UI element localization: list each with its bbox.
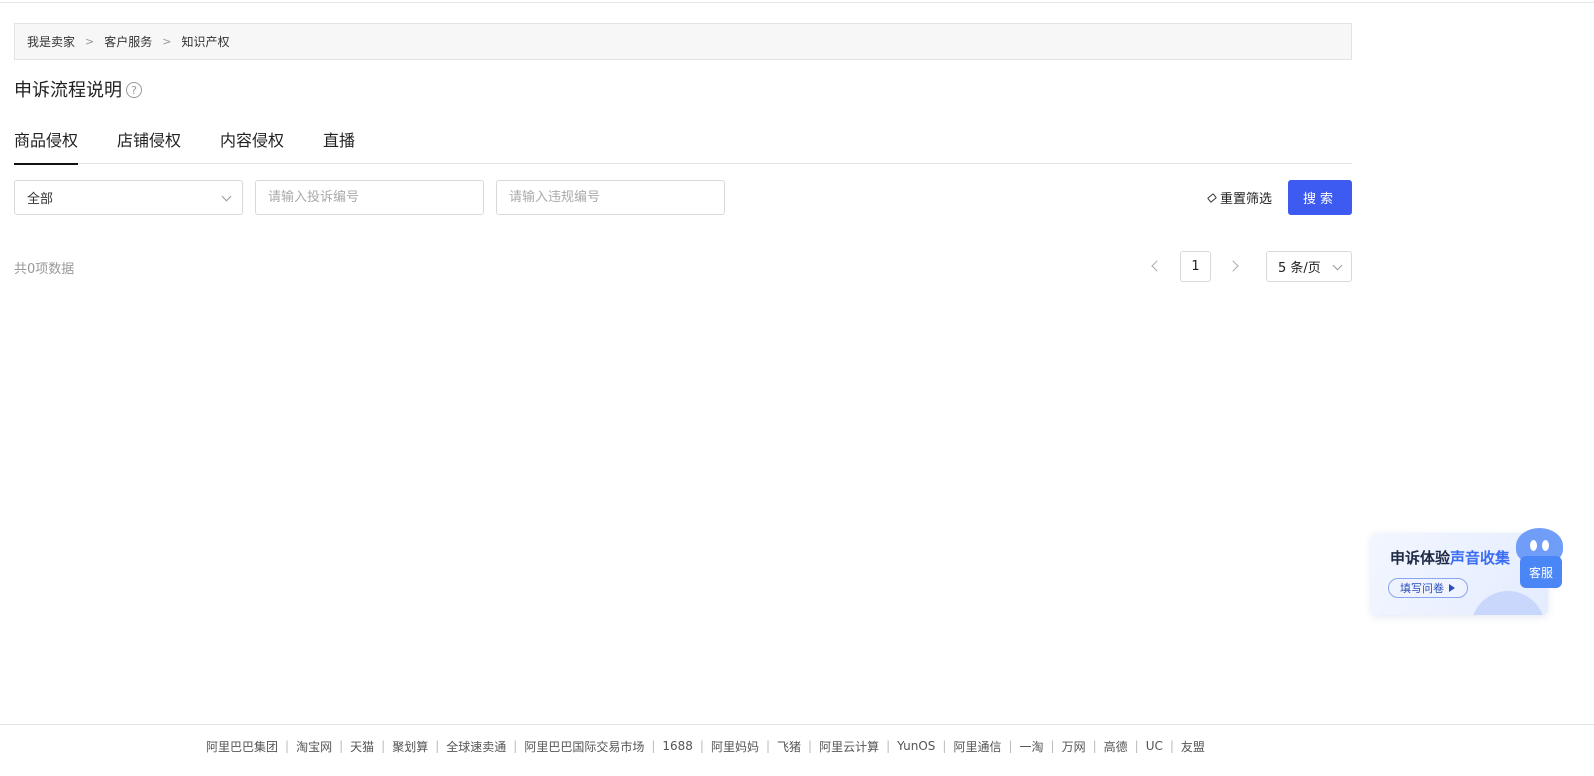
footer-link[interactable]: 飞猪 <box>777 738 801 755</box>
chevron-down-icon <box>1332 260 1343 271</box>
footer-link[interactable]: 淘宝网 <box>296 738 332 755</box>
page-title: 申诉流程说明 ? <box>14 76 142 102</box>
prev-page-icon[interactable] <box>1151 260 1163 272</box>
footer-link[interactable]: 阿里巴巴集团 <box>206 738 278 755</box>
tab-bar: 商品侵权 店铺侵权 内容侵权 直播 <box>14 120 1352 165</box>
footer-link[interactable]: 全球速卖通 <box>446 738 506 755</box>
fill-survey-label: 填写问卷 <box>1400 582 1444 595</box>
footer-link[interactable]: 1688 <box>662 739 693 753</box>
footer-link[interactable]: UC <box>1146 739 1163 753</box>
footer-link[interactable]: 天猫 <box>350 738 374 755</box>
eraser-icon <box>1207 192 1217 203</box>
tab-store-infringement[interactable]: 店铺侵权 <box>117 120 181 164</box>
footer-link[interactable]: YunOS <box>897 739 935 753</box>
customer-service-widget[interactable]: 客服 <box>1516 528 1563 588</box>
footer-link[interactable]: 阿里云计算 <box>819 738 879 755</box>
breadcrumb-separator: > <box>162 35 172 48</box>
reset-filter-label: 重置筛选 <box>1220 192 1273 207</box>
promo-title-prefix: 申诉体验 <box>1390 549 1451 567</box>
footer-link[interactable]: 友盟 <box>1181 738 1205 755</box>
page-number-current[interactable]: 1 <box>1180 251 1211 282</box>
violation-number-input[interactable] <box>496 180 725 215</box>
promo-title-highlight: 声音收集 <box>1450 549 1511 567</box>
type-select[interactable]: 全部 <box>14 180 243 215</box>
footer-link[interactable]: 阿里妈妈 <box>711 738 759 755</box>
top-divider <box>0 2 1594 3</box>
footer-link[interactable]: 高德 <box>1104 738 1128 755</box>
footer-links: 阿里巴巴集团 | 淘宝网 | 天猫 | 聚划算 | 全球速卖通 | 阿里巴巴国际交易市场 |… <box>206 738 1205 755</box>
complaint-number-input[interactable] <box>255 180 484 215</box>
tab-content-infringement[interactable]: 内容侵权 <box>220 120 284 164</box>
decorative-circle <box>1471 591 1545 615</box>
fill-survey-button[interactable]: 填写问卷 <box>1388 578 1468 598</box>
page-size-select[interactable]: 5 条/页 <box>1266 251 1352 282</box>
breadcrumb-item-customer-service[interactable]: 客户服务 <box>104 33 152 50</box>
next-page-icon[interactable] <box>1227 260 1239 272</box>
promo-title: 申诉体验声音收集 <box>1390 547 1510 568</box>
play-arrow-icon <box>1449 584 1455 592</box>
page-title-text: 申诉流程说明 <box>14 80 122 101</box>
total-count: 共0项数据 <box>14 262 75 277</box>
chevron-down-icon <box>221 191 232 202</box>
customer-service-label: 客服 <box>1520 556 1562 588</box>
tab-product-infringement[interactable]: 商品侵权 <box>14 120 79 165</box>
mascot-eye <box>1530 540 1537 551</box>
help-icon[interactable]: ? <box>126 82 142 98</box>
page-size-value: 5 条/页 <box>1278 261 1321 276</box>
breadcrumb: 我是卖家 > 客户服务 > 知识产权 <box>14 23 1352 60</box>
type-select-value: 全部 <box>27 192 54 207</box>
breadcrumb-item-seller[interactable]: 我是卖家 <box>27 33 75 50</box>
footer-link[interactable]: 聚划算 <box>392 738 428 755</box>
footer-divider <box>0 724 1594 725</box>
breadcrumb-separator: > <box>85 35 95 48</box>
footer-link[interactable]: 阿里巴巴国际交易市场 <box>524 738 644 755</box>
filter-bar: 全部 重置筛选 搜索 <box>14 180 1352 215</box>
tab-live-stream[interactable]: 直播 <box>323 120 355 164</box>
reset-filter-button[interactable]: 重置筛选 <box>1207 180 1273 215</box>
search-button[interactable]: 搜索 <box>1288 180 1352 215</box>
mascot-eye <box>1542 540 1549 551</box>
footer-link[interactable]: 一淘 <box>1020 738 1044 755</box>
footer-link[interactable]: 阿里通信 <box>953 738 1001 755</box>
breadcrumb-item-ip: 知识产权 <box>181 35 230 49</box>
footer-link[interactable]: 万网 <box>1062 738 1086 755</box>
